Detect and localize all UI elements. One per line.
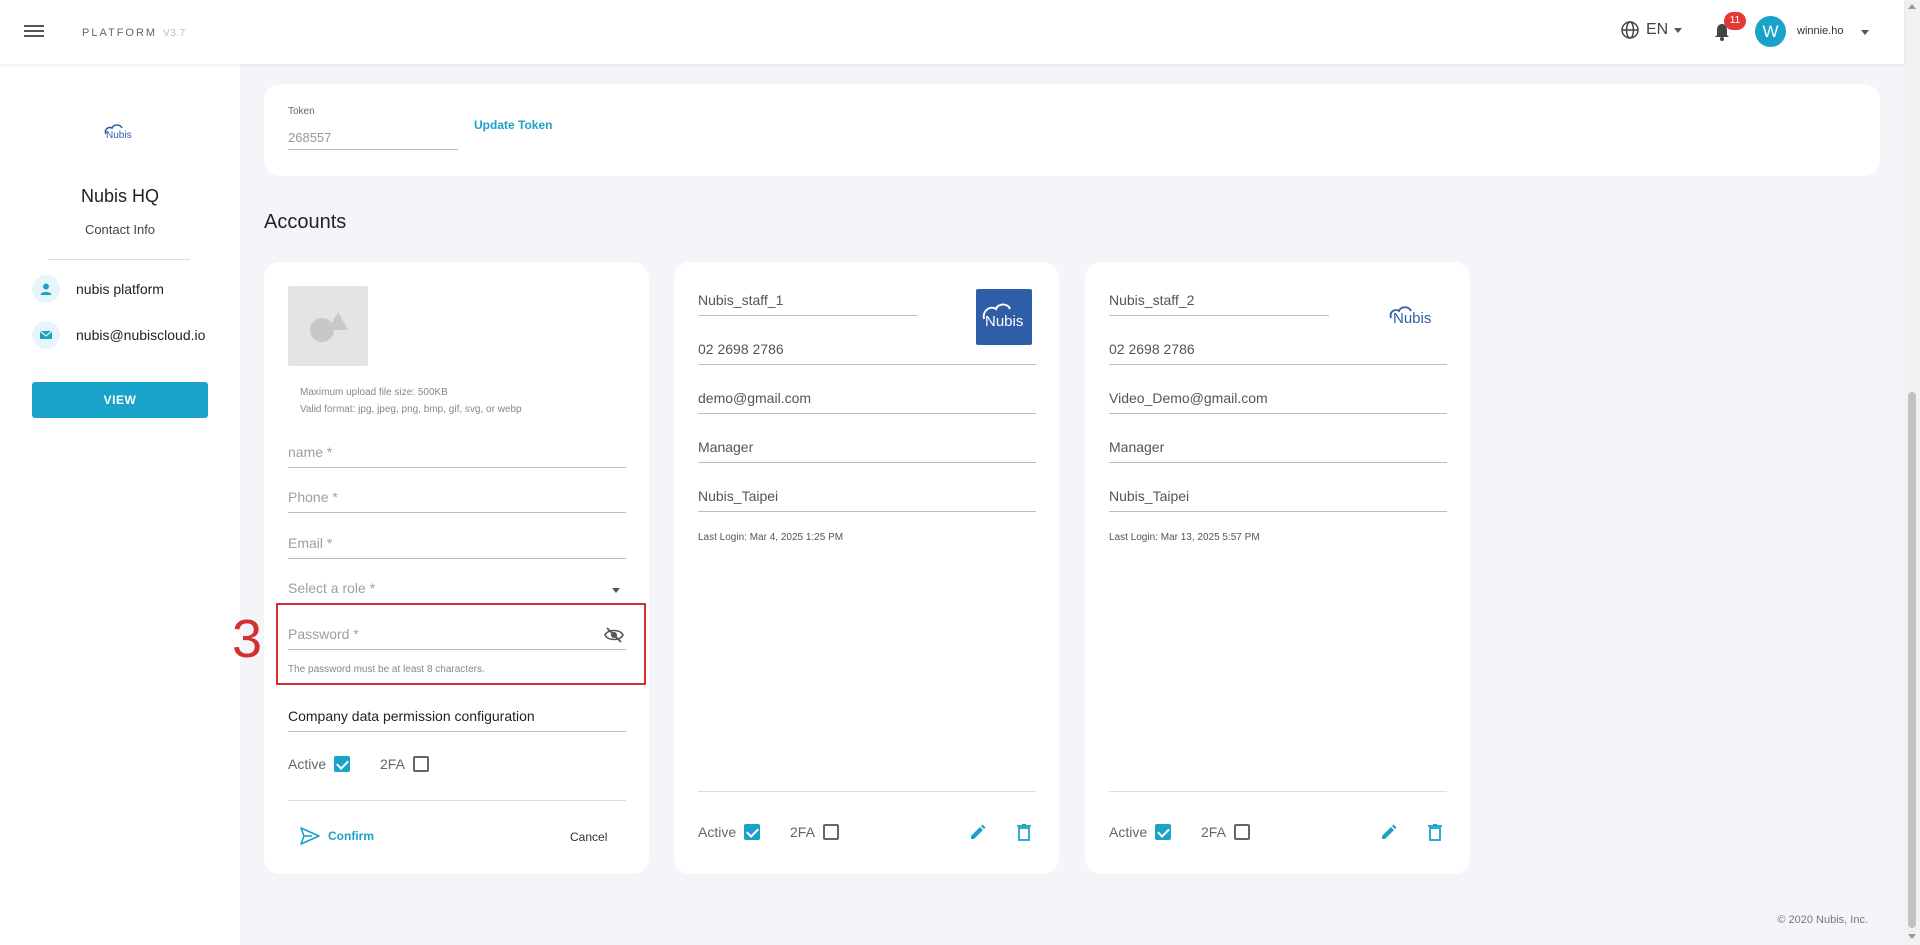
twofa-toggle: 2FA (1201, 824, 1250, 840)
twofa-label: 2FA (1201, 824, 1226, 840)
account-phone-field[interactable]: 02 2698 2786 (1109, 335, 1447, 365)
twofa-checkbox[interactable] (412, 756, 429, 772)
scrollbar-thumb[interactable] (1908, 392, 1916, 928)
twofa-toggle: 2FA (790, 824, 839, 840)
delete-icon[interactable] (1425, 822, 1445, 842)
version-label: V3.7 (163, 28, 186, 39)
active-toggle: Active (288, 756, 351, 772)
email-input[interactable]: Email * (288, 529, 626, 559)
token-label: Token (288, 106, 315, 117)
upload-size-hint: Maximum upload file size: 500KB (300, 387, 448, 398)
twofa-checkbox[interactable] (1233, 824, 1250, 840)
send-icon (300, 827, 320, 845)
company-logo: Nubis (104, 124, 132, 141)
language-selector[interactable]: EN (1620, 20, 1683, 40)
token-card: Token 268557 Update Token (264, 84, 1880, 176)
chevron-down-icon (1674, 27, 1683, 33)
brand-label: PLATFORM (82, 27, 158, 39)
contact-name: nubis platform (76, 281, 164, 297)
sidebar: Nubis Nubis HQ Contact Info nubis platfo… (0, 64, 240, 945)
chevron-down-icon (612, 588, 620, 593)
company-logo-text: Nubis (106, 130, 132, 141)
account-logo-text: Nubis (985, 313, 1023, 330)
account-name-field[interactable]: Nubis_staff_2 (1109, 286, 1329, 316)
active-checkbox[interactable] (334, 756, 351, 772)
twofa-label: 2FA (790, 824, 815, 840)
image-placeholder-icon (310, 312, 348, 342)
contact-email: nubis@nubiscloud.io (32, 321, 205, 349)
account-card: Nubis_staff_1 Nubis 02 2698 2786 demo@gm… (674, 262, 1059, 874)
person-icon (32, 275, 60, 303)
role-select-placeholder: Select a role * (288, 580, 376, 596)
edit-icon[interactable] (968, 822, 988, 842)
account-location-field[interactable]: Nubis_Taipei (698, 482, 1036, 512)
brand-name: PLATFORM V3.7 (82, 27, 186, 39)
active-toggle: Active (698, 824, 761, 840)
divider (288, 800, 626, 801)
account-phone-field[interactable]: 02 2698 2786 (698, 335, 1036, 365)
name-input[interactable]: name * (288, 438, 626, 468)
account-logo-text: Nubis (1393, 310, 1431, 327)
contact-info-link[interactable]: Contact Info (0, 222, 240, 237)
cancel-button[interactable]: Cancel (570, 830, 607, 844)
account-logo: Nubis (1389, 306, 1431, 327)
language-label: EN (1646, 21, 1669, 38)
active-checkbox[interactable] (744, 824, 761, 840)
upload-format-hint: Valid format: jpg, jpeg, png, bmp, gif, … (300, 404, 522, 415)
account-role-field[interactable]: Manager (698, 433, 1036, 463)
active-label: Active (1109, 824, 1148, 840)
step-number: 3 (232, 609, 263, 669)
account-email-field[interactable]: demo@gmail.com (698, 384, 1036, 414)
notification-badge: 11 (1724, 12, 1746, 30)
globe-icon (1621, 21, 1639, 39)
account-role-field[interactable]: Manager (1109, 433, 1447, 463)
account-name-field[interactable]: Nubis_staff_1 (698, 286, 918, 316)
phone-input[interactable]: Phone * (288, 483, 626, 513)
accounts-title: Accounts (264, 211, 347, 233)
hamburger-menu-icon[interactable] (22, 22, 46, 42)
scroll-up-arrow-icon[interactable] (1908, 4, 1916, 9)
divider (698, 791, 1036, 792)
last-login: Last Login: Mar 4, 2025 1:25 PM (698, 532, 844, 543)
image-upload[interactable] (288, 286, 368, 366)
contact-email-text: nubis@nubiscloud.io (76, 327, 206, 343)
avatar[interactable]: W (1755, 16, 1786, 47)
confirm-label: Confirm (328, 829, 374, 843)
top-bar: PLATFORM V3.7 EN 11 W winnie.ho (0, 0, 1904, 64)
confirm-button[interactable]: Confirm (300, 827, 374, 845)
permission-config-field[interactable]: Company data permission configuration (288, 702, 626, 732)
active-label: Active (698, 824, 737, 840)
company-name: Nubis HQ (80, 186, 160, 206)
divider (48, 259, 190, 260)
scroll-down-arrow-icon[interactable] (1908, 934, 1916, 939)
highlight-box (276, 603, 646, 685)
user-menu-chevron-icon[interactable] (1861, 30, 1869, 35)
account-email-field[interactable]: Video_Demo@gmail.com (1109, 384, 1447, 414)
edit-icon[interactable] (1379, 822, 1399, 842)
new-account-card: Maximum upload file size: 500KB Valid fo… (264, 262, 649, 874)
twofa-checkbox[interactable] (822, 824, 839, 840)
active-checkbox[interactable] (1155, 824, 1172, 840)
view-button[interactable]: VIEW (32, 382, 208, 418)
twofa-toggle: 2FA (380, 756, 429, 772)
twofa-label: 2FA (380, 756, 405, 772)
account-location-field[interactable]: Nubis_Taipei (1109, 482, 1447, 512)
delete-icon[interactable] (1014, 822, 1034, 842)
active-toggle: Active (1109, 824, 1172, 840)
contact-person: nubis platform (32, 275, 164, 303)
last-login: Last Login: Mar 13, 2025 5:57 PM (1109, 532, 1260, 543)
mail-icon (32, 321, 60, 349)
divider (1109, 791, 1447, 792)
role-select[interactable]: Select a role * (288, 574, 626, 604)
active-label: Active (288, 756, 327, 772)
token-field[interactable]: 268557 (288, 124, 458, 150)
username[interactable]: winnie.ho (1797, 25, 1843, 37)
account-card: Nubis_staff_2 Nubis 02 2698 2786 Video_D… (1085, 262, 1470, 874)
footer-copyright: © 2020 Nubis, Inc. (1777, 914, 1868, 926)
update-token-button[interactable]: Update Token (474, 118, 552, 132)
